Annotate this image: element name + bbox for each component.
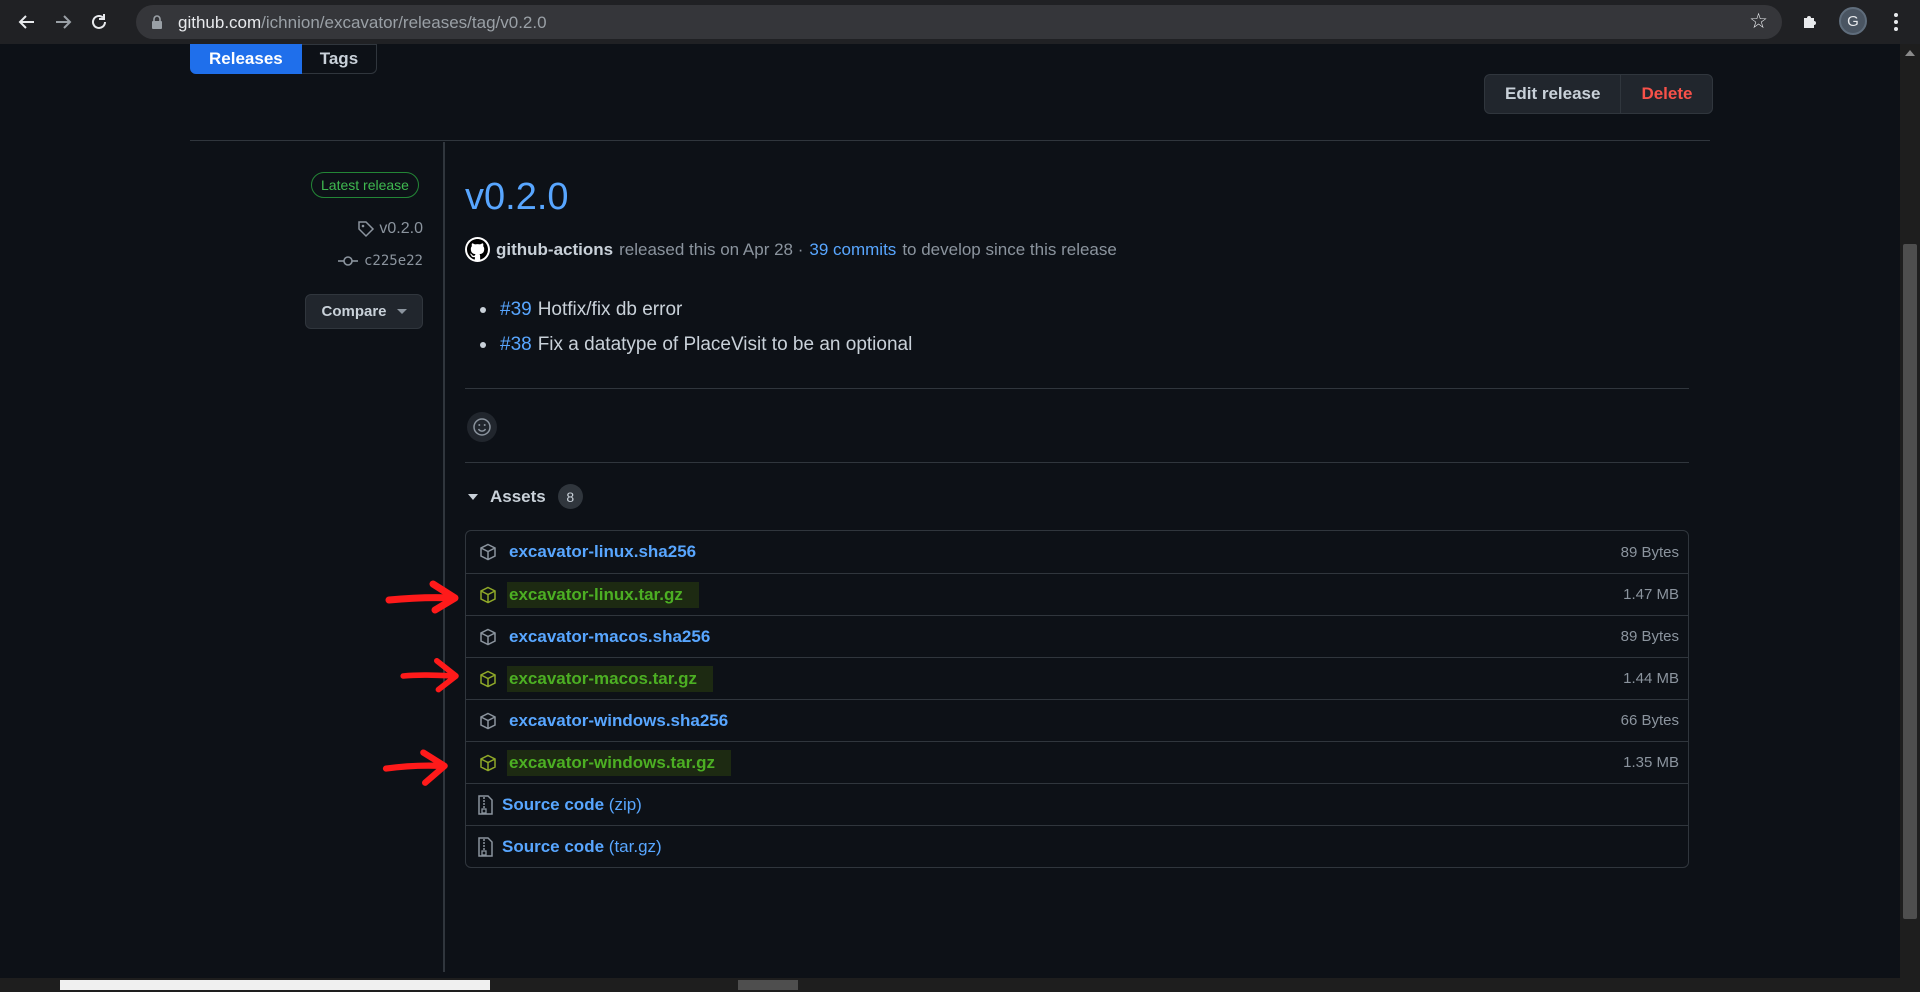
scrollbar-thumb[interactable] (738, 980, 798, 990)
file-zip-icon (476, 836, 494, 857)
assets-count: 8 (557, 484, 583, 509)
reload-icon[interactable] (81, 4, 117, 40)
compare-button[interactable]: Compare (305, 294, 423, 329)
browser-toolbar: github.com/ichnion/excavator/releases/ta… (0, 0, 1920, 44)
asset-row: excavator-macos.tar.gz 1.44 MB (466, 657, 1688, 699)
github-actions-avatar[interactable] (465, 237, 490, 262)
lock-icon (152, 15, 162, 29)
asset-row: Source code (tar.gz) (466, 825, 1688, 867)
asset-size: 1.35 MB (1623, 754, 1679, 771)
asset-size: 89 Bytes (1620, 628, 1679, 645)
divider (465, 462, 1689, 463)
asset-size: 1.47 MB (1623, 586, 1679, 603)
asset-link[interactable]: excavator-windows.sha256 (509, 711, 728, 731)
package-icon (478, 585, 498, 605)
tag-icon (358, 221, 375, 238)
package-icon (478, 627, 498, 647)
asset-link[interactable]: excavator-linux.tar.gz (507, 581, 699, 608)
scrollbar-thumb[interactable] (1903, 244, 1917, 919)
tag-link[interactable]: v0.2.0 (357, 220, 423, 238)
source-zip-link[interactable]: Source code (zip) (502, 795, 642, 815)
releases-tags-nav: Releases Tags (190, 44, 378, 74)
forward-icon[interactable] (45, 4, 81, 40)
vertical-scrollbar[interactable] (1900, 44, 1920, 992)
list-item: #39 Hotfix/fix db error (480, 292, 912, 327)
assets-list: excavator-linux.sha256 89 Bytes excavato… (465, 530, 1689, 868)
asset-link[interactable]: excavator-macos.tar.gz (507, 665, 714, 692)
triangle-down-icon (468, 493, 478, 500)
pr-link[interactable]: #38 (500, 334, 532, 356)
tab-releases[interactable]: Releases (190, 44, 302, 74)
annotation-arrow-icon (382, 749, 448, 786)
asset-row: excavator-macos.sha256 89 Bytes (466, 615, 1688, 657)
smiley-icon (473, 418, 491, 436)
scrollbar-thumb[interactable] (60, 980, 490, 990)
release-meta: github-actions released this on Apr 28 ·… (465, 237, 1117, 262)
commit-link[interactable]: c225e22 (337, 253, 423, 269)
tab-tags[interactable]: Tags (301, 44, 378, 74)
asset-row: excavator-linux.sha256 89 Bytes (466, 531, 1688, 573)
back-icon[interactable] (9, 4, 45, 40)
bookmark-star-icon[interactable]: ☆ (1749, 9, 1768, 34)
package-icon (478, 711, 498, 731)
delete-release-button[interactable]: Delete (1620, 75, 1712, 113)
released-text: released this on Apr 28 · (619, 239, 804, 259)
pr-link[interactable]: #39 (500, 299, 532, 321)
file-zip-icon (476, 794, 494, 815)
release-author[interactable]: github-actions (496, 240, 613, 260)
asset-row: Source code (zip) (466, 783, 1688, 825)
asset-link[interactable]: excavator-macos.sha256 (509, 627, 710, 647)
timeline-divider (443, 142, 445, 972)
asset-link[interactable]: excavator-windows.tar.gz (507, 749, 731, 776)
package-icon (478, 753, 498, 773)
divider (465, 388, 1689, 389)
page-content: Releases Tags Edit release Delete Latest… (0, 44, 1900, 978)
asset-row: excavator-windows.tar.gz 1.35 MB (466, 741, 1688, 783)
assets-toggle[interactable]: Assets 8 (468, 484, 583, 509)
horizontal-scrollbar[interactable] (0, 978, 1900, 992)
package-icon (478, 669, 498, 689)
annotation-arrow-icon (385, 580, 459, 614)
commit-icon (337, 256, 358, 266)
commits-link[interactable]: 39 commits (809, 240, 896, 260)
browser-menu-icon[interactable] (1885, 8, 1907, 36)
asset-row: excavator-linux.tar.gz 1.47 MB (466, 573, 1688, 615)
release-title[interactable]: v0.2.0 (465, 176, 569, 219)
extensions-icon[interactable] (1800, 10, 1822, 32)
divider (190, 140, 1710, 141)
asset-size: 89 Bytes (1620, 543, 1679, 561)
scroll-up-icon[interactable] (1905, 50, 1915, 56)
latest-release-badge: Latest release (311, 172, 419, 198)
chevron-down-icon (396, 309, 407, 314)
asset-size: 66 Bytes (1620, 712, 1679, 729)
source-targz-link[interactable]: Source code (tar.gz) (502, 837, 662, 857)
release-actions: Edit release Delete (1484, 74, 1714, 114)
since-text: to develop since this release (902, 239, 1117, 259)
asset-size: 1.44 MB (1623, 670, 1679, 687)
release-notes: #39 Hotfix/fix db error #38 Fix a datatype… (480, 292, 912, 362)
asset-link[interactable]: excavator-linux.sha256 (509, 542, 696, 562)
list-item: #38 Fix a datatype of PlaceVisit to be an… (480, 327, 912, 362)
profile-avatar[interactable]: G (1839, 7, 1867, 35)
annotation-arrow-icon (400, 658, 459, 693)
add-reaction-button[interactable] (467, 412, 497, 442)
address-bar[interactable]: github.com/ichnion/excavator/releases/ta… (136, 5, 1782, 39)
edit-release-button[interactable]: Edit release (1485, 75, 1620, 113)
url-text: github.com/ichnion/excavator/releases/ta… (178, 13, 547, 32)
package-icon (478, 542, 498, 562)
asset-row: excavator-windows.sha256 66 Bytes (466, 699, 1688, 741)
